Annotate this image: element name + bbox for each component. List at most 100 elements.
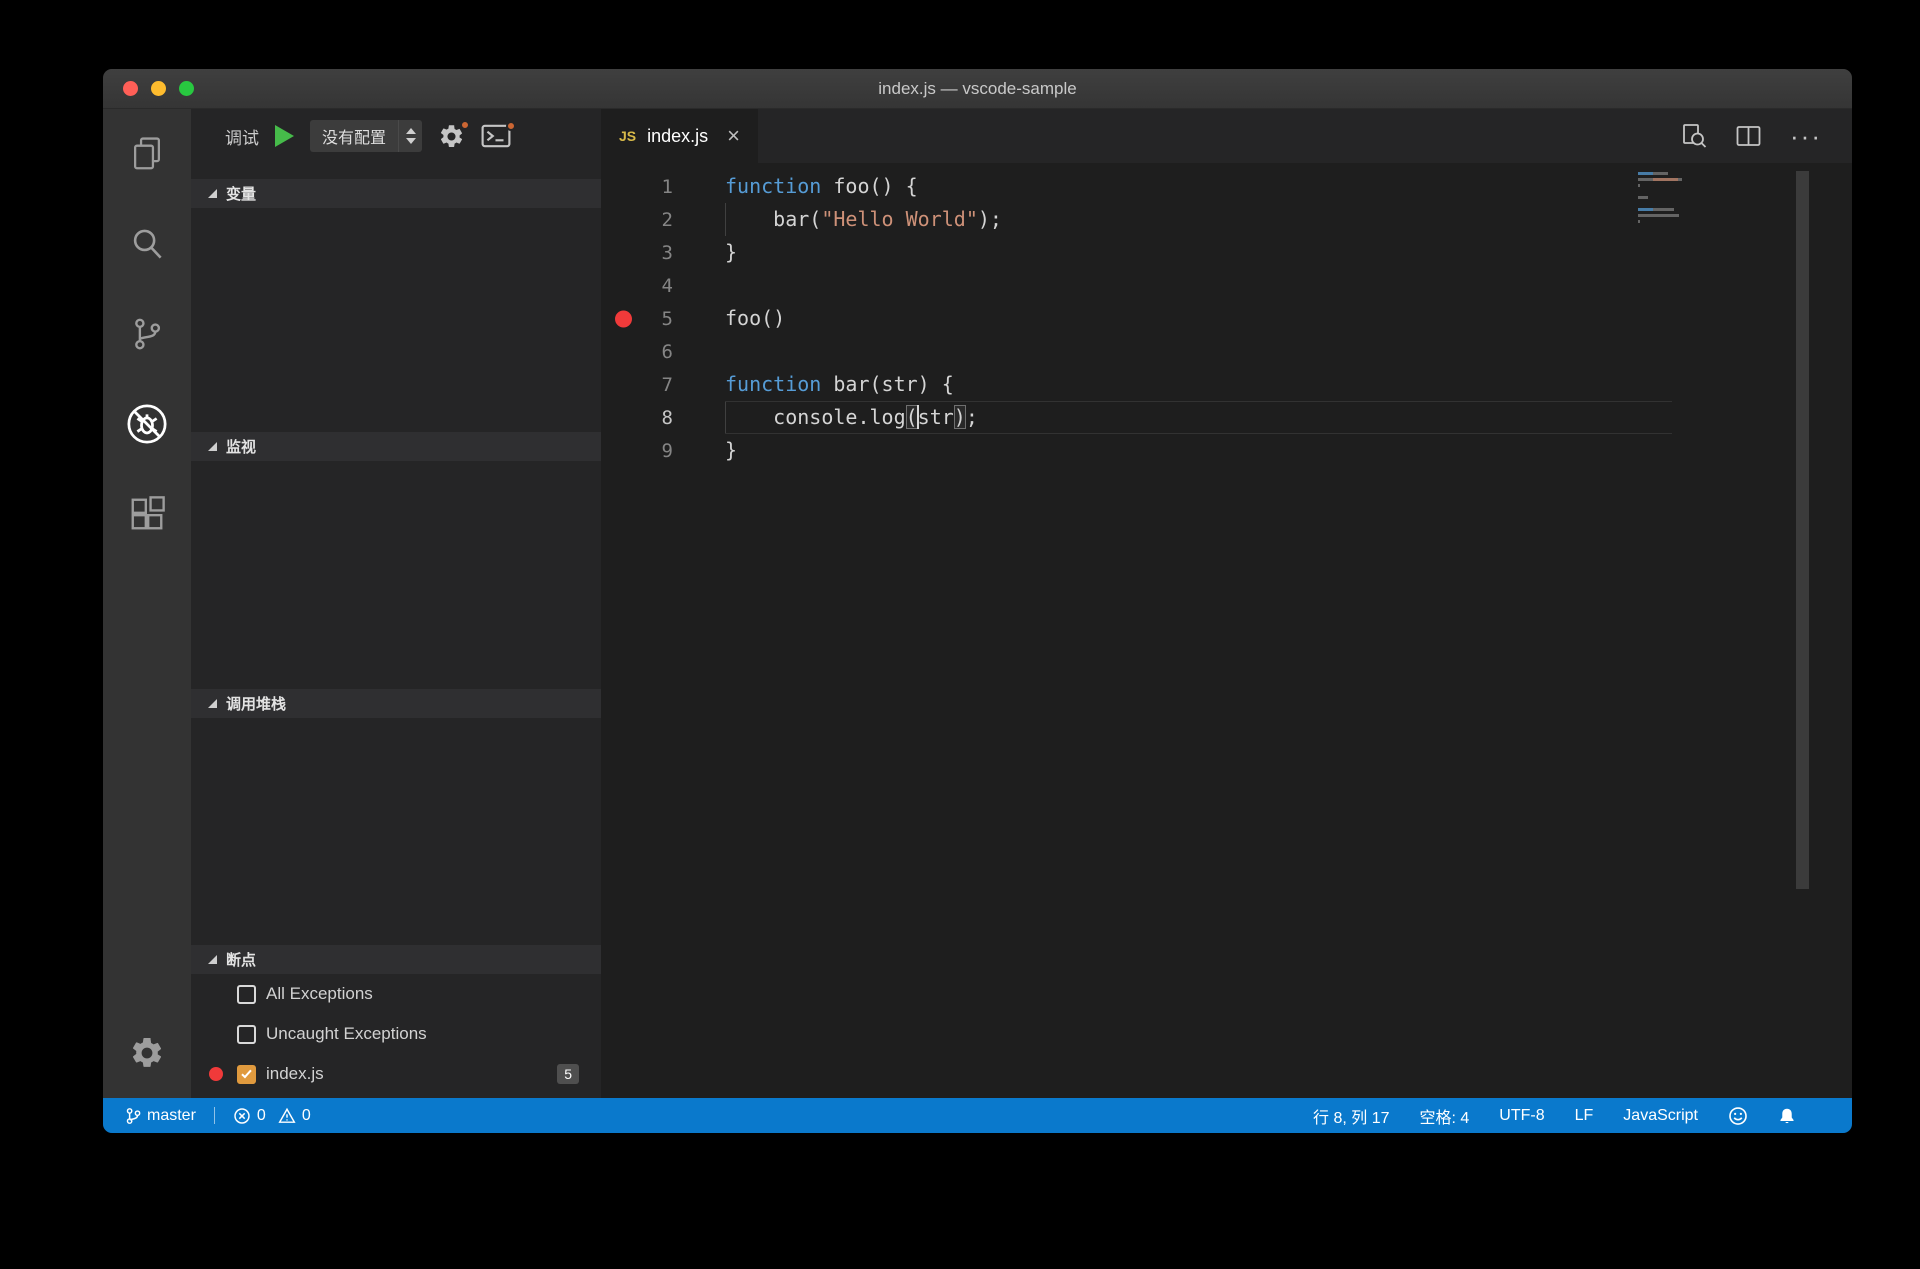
settings-gear-icon (129, 1035, 165, 1071)
feedback-smiley-icon[interactable] (1728, 1106, 1748, 1126)
breakpoints-list: All Exceptions Uncaught Exceptions index.j… (191, 974, 601, 1098)
activity-extensions[interactable] (103, 469, 191, 559)
breakpoint-item[interactable]: index.js 5 (191, 1054, 601, 1094)
zoom-window-button[interactable] (179, 81, 194, 96)
breakpoint-checkbox[interactable] (237, 985, 256, 1004)
line-number[interactable]: 1 (601, 170, 721, 203)
git-branch-item[interactable]: master (125, 1107, 196, 1125)
code-line[interactable] (725, 269, 1672, 302)
activity-search[interactable] (103, 199, 191, 289)
more-actions-icon[interactable]: ··· (1790, 123, 1822, 149)
scrollbar[interactable] (1796, 171, 1809, 889)
text-cursor (917, 405, 919, 429)
start-debug-button[interactable] (275, 125, 294, 147)
close-window-button[interactable] (123, 81, 138, 96)
section-header-breakpoints[interactable]: 断点 (191, 945, 601, 974)
twistie-icon (208, 442, 217, 451)
window-title: index.js — vscode-sample (878, 79, 1076, 99)
notification-dot (506, 121, 516, 131)
notifications-bell-icon[interactable] (1778, 1107, 1796, 1125)
code-line[interactable]: foo() (725, 302, 1672, 335)
section-header-watch[interactable]: 监视 (191, 432, 601, 461)
minimap[interactable] (1638, 172, 1702, 226)
gutter[interactable]: 123456789 (601, 163, 721, 1098)
branch-name: master (147, 1107, 196, 1125)
title-bar[interactable]: index.js — vscode-sample (103, 69, 1852, 109)
section-title: 监视 (226, 436, 256, 457)
debug-sidebar: 调试 没有配置 (191, 109, 601, 1098)
debug-config-value: 没有配置 (310, 120, 398, 152)
status-bar-right: 行 8, 列 17 空格: 4 UTF-8 LF JavaScript (1313, 1104, 1796, 1128)
code-line[interactable]: bar("Hello World"); (725, 203, 1672, 236)
activity-explorer[interactable] (103, 109, 191, 199)
breakpoint-item[interactable]: Uncaught Exceptions (191, 1014, 601, 1054)
breakpoint-dot-slot (205, 1067, 227, 1081)
extensions-icon (128, 495, 166, 533)
section-header-variables[interactable]: 变量 (191, 179, 601, 208)
language-mode[interactable]: JavaScript (1623, 1107, 1698, 1125)
encoding[interactable]: UTF-8 (1499, 1107, 1544, 1125)
debug-config-select[interactable]: 没有配置 (310, 120, 422, 152)
breakpoint-checkbox[interactable] (237, 1025, 256, 1044)
activity-debug[interactable] (103, 379, 191, 469)
activity-source-control[interactable] (103, 289, 191, 379)
breakpoint-label: index.js (266, 1064, 324, 1084)
configure-gear-button[interactable] (438, 123, 465, 150)
activity-bar (103, 109, 191, 1098)
line-number[interactable]: 7 (601, 368, 721, 401)
find-in-file-icon[interactable] (1681, 123, 1707, 149)
code-line[interactable] (725, 335, 1672, 368)
source-control-icon (128, 315, 166, 353)
code-line[interactable]: } (725, 434, 1672, 467)
line-number[interactable]: 4 (601, 269, 721, 302)
breakpoint-dot (209, 1067, 223, 1081)
code-line[interactable]: function foo() { (725, 170, 1672, 203)
code-line[interactable]: } (725, 236, 1672, 269)
minimize-window-button[interactable] (151, 81, 166, 96)
twistie-icon (208, 189, 217, 198)
debug-icon (125, 402, 169, 446)
breakpoint-count-badge: 5 (557, 1064, 579, 1084)
twistie-icon (208, 955, 217, 964)
cursor-position[interactable]: 行 8, 列 17 (1313, 1104, 1389, 1128)
breakpoint-item[interactable]: All Exceptions (191, 974, 601, 1014)
line-number[interactable]: 3 (601, 236, 721, 269)
section-title: 断点 (226, 949, 256, 970)
breakpoint-label: Uncaught Exceptions (266, 1024, 427, 1044)
breakpoint-dot[interactable] (615, 310, 632, 327)
eol-sequence[interactable]: LF (1575, 1107, 1594, 1125)
line-number[interactable]: 5 (601, 302, 721, 335)
code-line[interactable]: function bar(str) { (725, 368, 1672, 401)
js-file-icon: JS (619, 128, 636, 144)
editor-group: JS index.js × ··· (601, 109, 1852, 1098)
tab-label: index.js (647, 126, 708, 147)
status-divider (214, 1107, 215, 1124)
indent-guide (725, 203, 726, 236)
line-number[interactable]: 2 (601, 203, 721, 236)
twistie-icon (208, 699, 217, 708)
breakpoint-checkbox[interactable] (237, 1065, 256, 1084)
debug-console-button[interactable] (481, 124, 511, 148)
select-stepper-icon (398, 120, 422, 152)
problems-item[interactable]: 0 0 (233, 1107, 311, 1125)
activity-settings[interactable] (103, 1008, 191, 1098)
line-number[interactable]: 9 (601, 434, 721, 467)
section-title: 调用堆栈 (226, 693, 286, 714)
code-line[interactable]: console.log(str); (725, 401, 1672, 434)
indentation[interactable]: 空格: 4 (1420, 1104, 1470, 1128)
split-editor-icon[interactable] (1735, 124, 1762, 148)
section-header-call-stack[interactable]: 调用堆栈 (191, 689, 601, 718)
call-stack-content (191, 718, 601, 945)
line-number[interactable]: 8 (601, 401, 721, 434)
line-number[interactable]: 6 (601, 335, 721, 368)
tab-indexjs[interactable]: JS index.js × (601, 109, 758, 163)
debug-panel-title: 调试 (225, 124, 259, 149)
error-count: 0 (257, 1107, 266, 1125)
code-area[interactable]: function foo() { bar("Hello World");} foo… (721, 163, 1672, 1098)
error-icon (233, 1107, 251, 1125)
editor-actions: ··· (1681, 109, 1852, 163)
debug-toolbar: 调试 没有配置 (191, 109, 601, 163)
explorer-icon (128, 135, 166, 173)
editor-body: 123456789 function foo() { bar("Hello Wo… (601, 163, 1852, 1098)
close-tab-icon[interactable]: × (727, 125, 740, 147)
